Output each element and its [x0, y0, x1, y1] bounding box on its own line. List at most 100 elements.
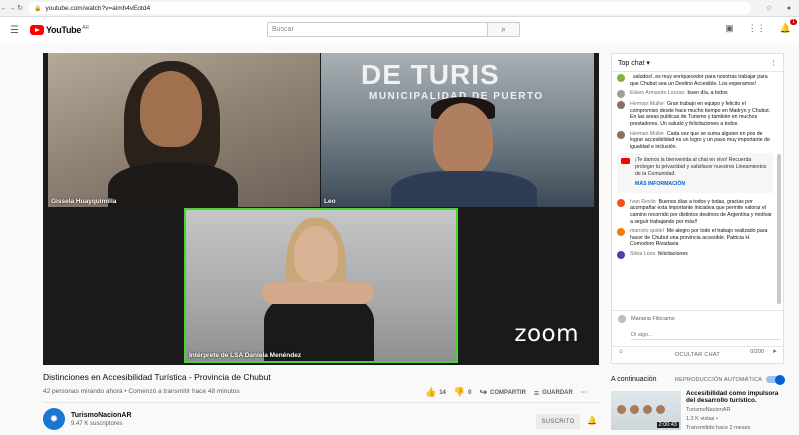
next-video-thumbnail[interactable]: 2:00:43: [611, 391, 681, 430]
participant-face: [433, 103, 493, 175]
participant-tile-1: Gissela Huayquimilla: [48, 53, 320, 207]
live-chat: Top chat ▾ ⋮ saludos!, es muy enriqueced…: [611, 53, 784, 364]
more-info-link[interactable]: MÁS INFORMACIÓN: [635, 181, 769, 188]
background-sign: DE TURIS: [361, 59, 500, 90]
autoplay-label: REPRODUCCIÓN AUTOMÁTICA: [674, 376, 762, 383]
chat-message: Herman Muller Cada vez que se suma alguie…: [617, 130, 773, 151]
youtube-logo[interactable]: YouTube AR: [30, 25, 89, 35]
autoplay-toggle[interactable]: [766, 374, 785, 385]
next-video-date: Transmitido hace 2 meses: [686, 424, 751, 431]
up-next-heading: A continuación: [611, 376, 657, 383]
participant-name: Leo: [324, 198, 336, 205]
video-duration: 2:00:43: [656, 422, 679, 428]
create-video-icon[interactable]: ▣: [725, 23, 734, 34]
dislike-button[interactable]: 👎 0: [454, 387, 472, 398]
lock-icon: 🔒: [34, 5, 42, 12]
subscribe-button[interactable]: SUSCRITO: [536, 414, 580, 429]
avatar: [617, 250, 625, 259]
star-icon[interactable]: ☆: [759, 4, 779, 12]
search-box: ⌕: [267, 22, 520, 37]
chat-message: Silvia Loza felicitaciones: [617, 250, 773, 259]
chat-header: Top chat ▾ ⋮: [612, 54, 783, 72]
menu-icon[interactable]: ☰: [10, 25, 22, 36]
message-text: buen día, a todos: [687, 90, 728, 97]
message-author: Silvia Loza: [630, 250, 656, 257]
sun-emblem-icon: ✹: [49, 413, 59, 425]
like-button[interactable]: 👍 14: [425, 387, 446, 398]
participant-name: Gissela Huayquimilla: [51, 198, 117, 205]
address-bar[interactable]: 🔒 youtube.com/watch?v=aimh4vEotd4: [28, 2, 751, 14]
back-icon[interactable]: ←: [0, 5, 8, 12]
chat-mode-label: Top chat: [618, 59, 645, 67]
channel-name[interactable]: TurismoNacionAR: [71, 412, 132, 419]
hide-chat-button[interactable]: OCULTAR CHAT: [612, 346, 783, 363]
next-video-title[interactable]: Accesibilidad como impulsora del desarro…: [686, 390, 786, 405]
current-user-name: Mariana Filocamo: [631, 316, 675, 322]
video-actions: 👍 14 👎 0 ↪ COMPARTIR ≡ GUARDAR ···: [425, 387, 587, 398]
participant-face: [294, 226, 338, 282]
chat-messages: saludos!, es muy enriquecedor para nosot…: [612, 72, 777, 310]
chat-input[interactable]: [631, 331, 781, 340]
notification-bell-icon[interactable]: 🔔: [587, 416, 597, 425]
avatar: [617, 130, 625, 139]
url-text: youtube.com/watch?v=aimh4vEotd4: [45, 4, 151, 12]
more-options-icon[interactable]: ⋮: [770, 59, 777, 67]
more-actions-icon[interactable]: ···: [581, 390, 587, 396]
message-author: marcelo quidel: [630, 228, 664, 235]
thumbs-down-icon: 👎: [453, 387, 466, 397]
chat-message: Herman Muller Gran trabajo en equipo y fe…: [617, 101, 773, 127]
share-button[interactable]: ↪ COMPARTIR: [479, 387, 525, 398]
brand-text: YouTube: [46, 25, 82, 35]
header-actions: ▣ ⋮⋮ 🔔 1: [725, 19, 797, 34]
dislike-count: 0: [468, 389, 472, 396]
save-button[interactable]: ≡ GUARDAR: [534, 388, 573, 398]
yt-header: ☰ YouTube AR ⌕ ▣ ⋮⋮ 🔔1: [0, 17, 799, 43]
profile-icon[interactable]: ●: [779, 5, 799, 12]
participant-body: [108, 163, 238, 207]
avatar: [617, 90, 625, 99]
playlist-add-icon: ≡: [533, 387, 540, 398]
video-meta: 42 personas mirando ahora • Comenzó a tr…: [43, 388, 240, 395]
video-title: Distinciones en Accesibilidad Turística …: [43, 372, 271, 382]
zoom-logo: zoom: [514, 321, 579, 347]
notification-badge: 1: [790, 19, 797, 25]
participant-tile-interpreter: Intérprete de LSA Daniela Menéndez: [184, 208, 458, 363]
channel-avatar[interactable]: ✹: [43, 408, 65, 430]
share-icon: ↪: [479, 387, 488, 397]
welcome-text: ¡Te damos la bienvenida al chat en vivo!…: [635, 157, 767, 177]
avatar: [617, 228, 625, 237]
message-author: Herman Muller: [630, 101, 665, 108]
chat-compose: Mariana Filocamo ☺ 0/200 ➤: [612, 310, 783, 355]
participant-tile-2: DE TURIS MUNICIPALIDAD DE PUERTO Leo: [321, 53, 594, 207]
search-button[interactable]: ⌕: [487, 23, 519, 36]
message-author: Herman Muller: [630, 130, 665, 137]
chat-message: marcelo quidel Me alegro por todo el trab…: [617, 228, 773, 248]
avatar: [618, 315, 626, 323]
message-text: felicitaciones: [658, 250, 688, 257]
next-video-channel: TurismoNacionAR: [686, 406, 731, 413]
like-count: 14: [439, 389, 446, 396]
chat-mode-dropdown[interactable]: Top chat ▾: [618, 59, 650, 67]
chat-welcome-message: ¡Te damos la bienvenida al chat en vivo!…: [617, 153, 773, 193]
chevron-down-icon: ▾: [646, 59, 650, 67]
share-label: COMPARTIR: [490, 389, 526, 396]
message-author: Eliseo Armando Lozzao: [630, 90, 685, 97]
forward-icon[interactable]: →: [8, 5, 16, 12]
video-player[interactable]: Gissela Huayquimilla DE TURIS MUNICIPALI…: [43, 53, 599, 365]
chat-scrollbar[interactable]: [777, 154, 781, 304]
search-input[interactable]: [268, 23, 487, 36]
divider: [43, 402, 599, 403]
browser-toolbar: ← → ↻ 🔒 youtube.com/watch?v=aimh4vEotd4 …: [0, 0, 799, 17]
avatar: [617, 101, 625, 110]
channel-info: ✹ TurismoNacionAR 9.47 K suscriptores: [43, 408, 132, 430]
thumbs-up-icon: 👍: [425, 387, 437, 397]
reload-icon[interactable]: ↻: [16, 4, 24, 12]
apps-icon[interactable]: ⋮⋮: [748, 23, 766, 34]
save-label: GUARDAR: [542, 389, 573, 396]
message-author: Ivan Revilo: [630, 198, 656, 205]
next-video-views: 1.2 K vistas •: [686, 415, 718, 422]
youtube-play-icon: [30, 25, 44, 35]
participant-name: Intérprete de LSA Daniela Menéndez: [189, 352, 302, 359]
search-icon: ⌕: [501, 24, 506, 34]
notifications-icon[interactable]: 🔔 1: [780, 19, 797, 34]
